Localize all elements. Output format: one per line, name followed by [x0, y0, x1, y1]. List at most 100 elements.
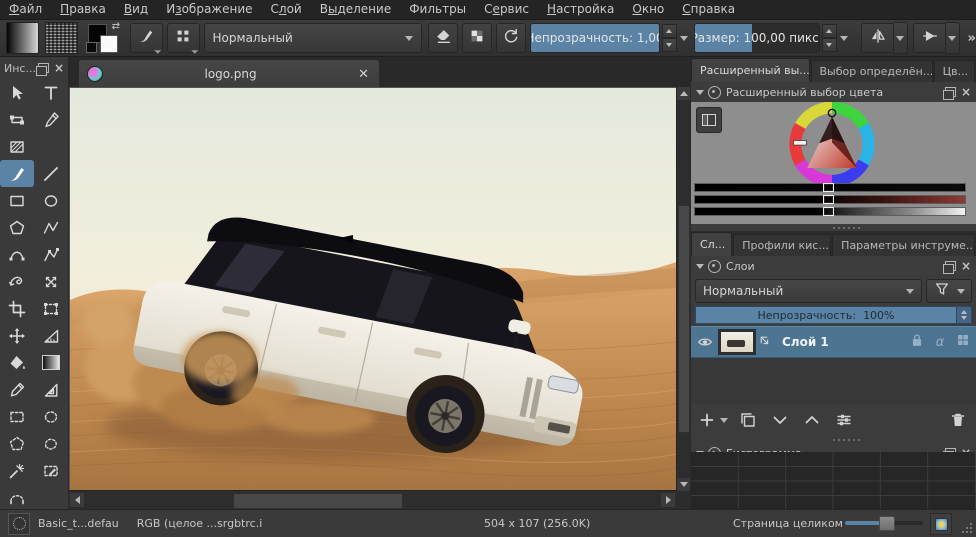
brush-preset-button[interactable] — [8, 513, 30, 535]
magnetic-select-tool[interactable] — [0, 484, 34, 511]
horizontal-scrollbar[interactable] — [68, 490, 677, 510]
text-tool[interactable] — [34, 79, 68, 106]
float-docker-icon[interactable] — [945, 261, 956, 271]
rect-select-tool[interactable] — [0, 403, 34, 430]
value-slider[interactable] — [694, 207, 966, 216]
horizontal-scroll-thumb[interactable] — [233, 493, 403, 509]
multibrush-tool[interactable] — [34, 268, 68, 295]
menu-Выделение[interactable]: Выделение — [311, 0, 400, 19]
advanced-color-selector[interactable] — [691, 102, 976, 224]
menu-Сервис[interactable]: Сервис — [475, 0, 538, 19]
flip-options-arrow[interactable] — [946, 22, 960, 54]
similar-select-tool[interactable] — [0, 457, 34, 484]
zoom-slider-handle[interactable] — [879, 516, 895, 531]
opacity-slider[interactable]: Непрозрачность: 1,00 — [530, 23, 660, 53]
move-layer-up-button[interactable] — [800, 407, 824, 433]
menu-Правка[interactable]: Правка — [51, 0, 115, 19]
status-brush-preset[interactable]: Basic_t...defau — [38, 517, 119, 530]
color-docker-tab-2[interactable]: Цв... — [934, 60, 975, 82]
scroll-up-arrow[interactable] — [677, 87, 690, 100]
polygon-tool[interactable] — [0, 214, 34, 241]
scroll-left-arrow[interactable] — [70, 493, 84, 507]
layer-name[interactable]: Слой 1 — [782, 335, 904, 349]
menu-Файл[interactable]: Файл — [0, 0, 51, 19]
docker-menu-icon[interactable] — [708, 260, 721, 273]
opacity-options-arrow[interactable] — [678, 24, 690, 52]
collapse-caret-icon[interactable] — [696, 90, 704, 95]
select-shapes-tool[interactable] — [0, 79, 34, 106]
layer-visibility-icon[interactable] — [694, 333, 716, 351]
size-spinner[interactable] — [822, 24, 837, 52]
canvas-image[interactable] — [69, 87, 677, 491]
reload-preset-button[interactable] — [496, 23, 526, 53]
move-tool[interactable] — [0, 322, 34, 349]
layer-opacity-slider[interactable]: Непрозрачность: 100% — [695, 306, 957, 324]
menu-Окно[interactable]: Окно — [623, 0, 673, 19]
edit-shapes-tool[interactable] — [0, 106, 34, 133]
blending-mode-select[interactable]: Нормальный — [204, 23, 422, 53]
rectangle-tool[interactable] — [0, 187, 34, 214]
outline-select-tool[interactable] — [34, 457, 68, 484]
toolbar-overflow-button[interactable]: » — [968, 31, 976, 46]
layers-docker-tab-1[interactable]: Профили кис... — [733, 234, 831, 256]
layers-docker-tab-0[interactable]: Сл... — [691, 232, 732, 256]
polyline-tool[interactable] — [34, 214, 68, 241]
close-tab-icon[interactable]: ✕ — [358, 67, 369, 82]
scroll-right-arrow[interactable] — [661, 493, 675, 507]
color-picker-tool[interactable] — [0, 376, 34, 403]
layer-thumbnail[interactable] — [718, 329, 756, 355]
layer-style-icon[interactable] — [758, 333, 774, 351]
freehand-select-tool[interactable] — [34, 430, 68, 457]
resize-handle[interactable] — [691, 436, 976, 443]
mirror-horizontal-button[interactable] — [861, 23, 894, 53]
layer-filter-button[interactable] — [926, 279, 972, 303]
collapse-caret-icon[interactable] — [696, 264, 704, 269]
opacity-spinner[interactable] — [662, 24, 677, 52]
dynamic-brush-tool[interactable] — [0, 268, 34, 295]
background-color-swatch[interactable] — [100, 35, 118, 53]
hue-ring[interactable] — [784, 102, 880, 190]
layer-row[interactable]: Слой 1 α — [691, 326, 976, 358]
layer-properties-button[interactable] — [832, 407, 856, 433]
layers-docker-tab-2[interactable]: Параметры инструме... — [832, 234, 975, 256]
menu-Слой[interactable]: Слой — [262, 0, 311, 19]
pattern-chooser-swatch[interactable] — [45, 22, 78, 54]
add-layer-options-arrow[interactable] — [720, 418, 728, 423]
pattern-edit-tool[interactable] — [0, 133, 34, 160]
freehand-brush-tool[interactable] — [0, 160, 34, 187]
gradient-chooser-swatch[interactable] — [6, 22, 39, 54]
close-docker-icon[interactable]: × — [961, 87, 971, 97]
hue-slider[interactable] — [694, 183, 966, 192]
size-options-arrow[interactable] — [838, 24, 850, 52]
foreground-background-colors[interactable]: ⇄ — [84, 22, 122, 54]
scroll-down-arrow[interactable] — [677, 478, 690, 491]
mirror-options-arrow[interactable] — [894, 22, 908, 54]
freehand-path-tool[interactable] — [34, 241, 68, 268]
menu-Справка[interactable]: Справка — [673, 0, 744, 19]
menu-Настройка[interactable]: Настройка — [538, 0, 623, 19]
duplicate-layer-button[interactable] — [736, 407, 760, 433]
status-color-profile[interactable]: RGB (целое ...srgbtrc.i — [137, 517, 263, 530]
float-docker-icon[interactable] — [38, 63, 49, 73]
status-zoom-mode[interactable]: Страница целиком — [733, 517, 843, 530]
calligraphy-tool[interactable] — [34, 106, 68, 133]
polygon-select-tool[interactable] — [0, 430, 34, 457]
add-layer-button[interactable] — [697, 407, 728, 433]
swap-colors-icon[interactable]: ⇄ — [112, 21, 120, 32]
layer-blending-mode-select[interactable]: Нормальный — [695, 279, 922, 303]
preserve-alpha-button[interactable] — [462, 23, 492, 53]
eraser-mode-button[interactable] — [428, 23, 458, 53]
brush-presets-button[interactable] — [167, 23, 200, 53]
fill-tool[interactable] — [0, 349, 34, 376]
menu-Фильтры[interactable]: Фильтры — [400, 0, 475, 19]
vertical-scroll-thumb[interactable] — [678, 205, 690, 433]
resize-handle[interactable] — [691, 224, 976, 231]
menu-Вид[interactable]: Вид — [115, 0, 157, 19]
docker-menu-icon[interactable] — [708, 86, 721, 99]
gradient-tool[interactable] — [34, 349, 68, 376]
line-tool[interactable] — [34, 160, 68, 187]
assistants-tool[interactable] — [34, 376, 68, 403]
menu-Изображение[interactable]: Изображение — [157, 0, 261, 19]
measure-tool[interactable] — [34, 322, 68, 349]
close-docker-icon[interactable]: × — [54, 63, 64, 73]
